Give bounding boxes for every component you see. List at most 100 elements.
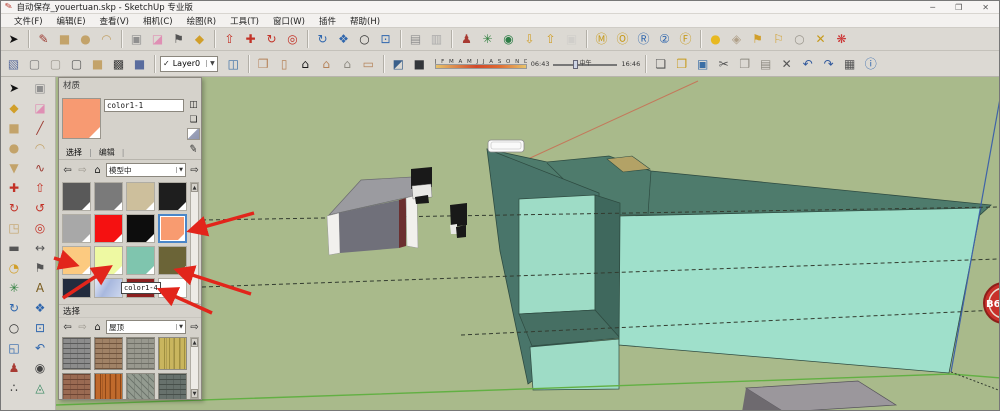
display-pane-button[interactable]: ◫ <box>187 98 200 111</box>
rectangle-tool[interactable]: ■ <box>54 30 75 49</box>
tex-stone[interactable] <box>126 373 155 400</box>
tower-opening-back[interactable] <box>519 195 595 314</box>
collection-dropdown[interactable]: 模型中 ▼ <box>106 163 186 177</box>
swatch-white[interactable] <box>158 278 187 298</box>
circle-tool[interactable]: ● <box>75 30 96 49</box>
tex-red-brick[interactable] <box>62 373 91 400</box>
materials-dialog-title[interactable]: 材质 <box>59 78 201 94</box>
scroll-down-icon[interactable]: ▼ <box>191 389 198 398</box>
roof-dropdown[interactable]: 屋顶 ▼ <box>106 320 186 334</box>
menu-item[interactable]: 插件 <box>312 15 343 27</box>
menu-item[interactable]: 工具(T) <box>223 15 266 27</box>
zoom-extents-tool[interactable]: ⊡ <box>375 30 396 49</box>
plugin-door[interactable]: ▯ <box>274 54 295 73</box>
label-tool[interactable]: ⚑ <box>28 258 52 277</box>
new-file[interactable]: ❏ <box>650 54 671 73</box>
default-material-swatch[interactable] <box>187 128 200 140</box>
pan-tool[interactable]: ❖ <box>28 298 52 317</box>
eyedropper-icon[interactable]: ✎ <box>188 143 198 155</box>
text-tool[interactable]: ⚑ <box>168 30 189 49</box>
swatch-gray[interactable] <box>94 182 123 211</box>
model-info[interactable]: ⓘ <box>860 54 881 73</box>
position-camera-tool[interactable]: ♟ <box>2 358 26 377</box>
select-tool[interactable]: ➤ <box>3 30 24 49</box>
axes-tool[interactable]: ✳ <box>477 30 498 49</box>
arc-tool[interactable]: ◠ <box>28 138 52 157</box>
zoom-extents-tool[interactable]: ⊡ <box>28 318 52 337</box>
menu-item[interactable]: 文件(F) <box>7 15 50 27</box>
select-tool[interactable]: ➤ <box>2 78 26 97</box>
eraser-tool[interactable]: ◪ <box>147 30 168 49</box>
paint-bucket-tool[interactable]: ◆ <box>189 30 210 49</box>
style-wireframe[interactable]: ▢ <box>45 54 66 73</box>
move-tool[interactable]: ✚ <box>2 178 26 197</box>
swatch-sky[interactable] <box>94 278 123 298</box>
swatch-teal[interactable] <box>126 246 155 275</box>
shadow-time-slider[interactable]: 中午 <box>553 58 617 70</box>
circle-tool[interactable]: ● <box>2 138 26 157</box>
shadow-month-strip[interactable]: J F M A M J J A S O N D <box>435 57 527 71</box>
scale-tool[interactable]: ◳ <box>2 218 26 237</box>
share-model[interactable]: ⇧ <box>540 30 561 49</box>
slider-thumb[interactable] <box>573 60 578 69</box>
section-plane-tool[interactable]: ◬ <box>28 378 52 397</box>
paint-bucket-tool[interactable]: ◆ <box>2 98 26 117</box>
close-button[interactable]: ✕ <box>982 3 989 12</box>
swatch-pale-yellow[interactable] <box>94 246 123 275</box>
shadow-box[interactable]: ◈ <box>726 30 747 49</box>
line-tool[interactable]: ╱ <box>28 118 52 137</box>
detail-arrow-button[interactable]: ⇨ <box>188 164 201 177</box>
make-component-tool[interactable]: ▣ <box>126 30 147 49</box>
print[interactable]: ▦ <box>839 54 860 73</box>
material-name-input[interactable]: color1-1 <box>104 99 184 112</box>
swatch-tan[interactable] <box>126 182 155 211</box>
tex-slate-shingle[interactable] <box>62 337 91 370</box>
layer-dropdown[interactable]: ✓ Layer0 ▼ <box>160 56 218 72</box>
swatch-dark-gray[interactable] <box>62 182 91 211</box>
swatch-salmon[interactable] <box>158 214 187 243</box>
color-wheel[interactable]: ❋ <box>831 30 852 49</box>
rotate-tool[interactable]: ↻ <box>261 30 282 49</box>
orbit-tool[interactable]: ↻ <box>2 298 26 317</box>
badge-o[interactable]: Ⓞ <box>612 30 633 49</box>
tex-thatch[interactable] <box>158 337 187 370</box>
badge-f[interactable]: Ⓕ <box>675 30 696 49</box>
style-shaded[interactable]: ■ <box>87 54 108 73</box>
plugin-house-outline[interactable]: ⌂ <box>337 54 358 73</box>
main-wall[interactable] <box>619 208 981 373</box>
orbit-tool[interactable]: ↻ <box>312 30 333 49</box>
swatch-light-gray[interactable] <box>62 214 91 243</box>
cross-tool[interactable]: ✕ <box>810 30 831 49</box>
walk-tool[interactable]: ∴ <box>2 378 26 397</box>
pan-tool[interactable]: ❖ <box>333 30 354 49</box>
scroll-up-icon[interactable]: ▲ <box>191 183 198 192</box>
style-back-edges[interactable]: ▢ <box>24 54 45 73</box>
tape-measure-tool[interactable]: ▬ <box>2 238 26 257</box>
create-material-button[interactable]: ❏ <box>187 113 200 126</box>
dimension-tool[interactable]: ↔ <box>28 238 52 257</box>
swatch-black[interactable] <box>158 182 187 211</box>
scroll-up-icon[interactable]: ▲ <box>191 338 198 347</box>
menu-item[interactable]: 绘图(R) <box>180 15 224 27</box>
get-models[interactable]: ⇩ <box>519 30 540 49</box>
plugin-panel[interactable]: ▭ <box>358 54 379 73</box>
position-camera[interactable]: ♟ <box>456 30 477 49</box>
protractor-tool[interactable]: ◔ <box>2 258 26 277</box>
tab-select[interactable]: 选择 <box>63 147 85 158</box>
cut[interactable]: ✂ <box>713 54 734 73</box>
home-icon2[interactable]: ⌂ <box>91 321 104 334</box>
style-shaded-textures[interactable]: ▩ <box>108 54 129 73</box>
layer-manager[interactable]: ◫ <box>223 54 244 73</box>
rectangle-tool[interactable]: ■ <box>2 118 26 137</box>
detail-arrow-button2[interactable]: ⇨ <box>188 321 201 334</box>
photo-textures[interactable]: ▣ <box>561 30 582 49</box>
model-pages[interactable]: ▤ <box>405 30 426 49</box>
style-hidden-line[interactable]: ▢ <box>66 54 87 73</box>
style-xray[interactable]: ▧ <box>3 54 24 73</box>
line-tool[interactable]: ✎ <box>33 30 54 49</box>
menu-item[interactable]: 帮助(H) <box>343 15 387 27</box>
style-monochrome[interactable]: ■ <box>129 54 150 73</box>
sun-tool[interactable]: ● <box>705 30 726 49</box>
swatch-olive[interactable] <box>158 246 187 275</box>
tower-base-front[interactable] <box>530 339 619 390</box>
